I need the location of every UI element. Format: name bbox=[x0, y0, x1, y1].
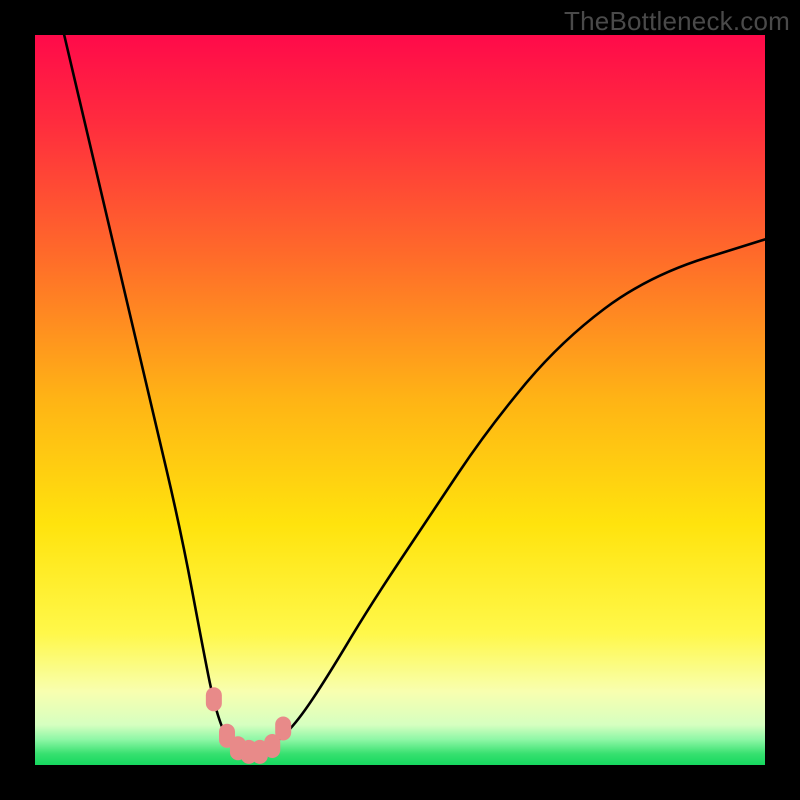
watermark-text: TheBottleneck.com bbox=[564, 6, 790, 37]
curve-marker bbox=[206, 687, 222, 711]
bottleneck-curve bbox=[64, 35, 765, 751]
chart-frame: TheBottleneck.com bbox=[0, 0, 800, 800]
curve-layer bbox=[35, 35, 765, 765]
curve-marker bbox=[275, 717, 291, 741]
plot-area bbox=[35, 35, 765, 765]
marker-group bbox=[206, 687, 291, 764]
